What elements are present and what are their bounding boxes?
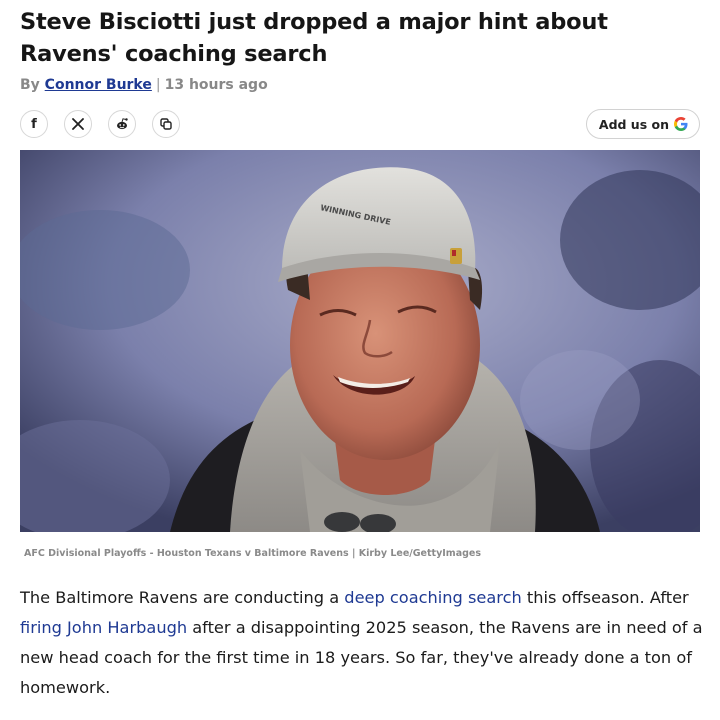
article-body-paragraph: The Baltimore Ravens are conducting a de… (20, 583, 704, 703)
x-icon (72, 118, 84, 130)
facebook-icon: f (31, 116, 37, 132)
body-text-segment: The Baltimore Ravens are conducting a (20, 588, 345, 607)
byline-separator: | (155, 77, 161, 93)
publish-time: 13 hours ago (164, 77, 268, 93)
reddit-icon (117, 118, 128, 130)
firing-john-harbaugh-link[interactable]: firing John Harbaugh (20, 618, 187, 637)
article-headline: Steve Bisciotti just dropped a major hin… (20, 9, 608, 67)
byline-prefix: By (20, 77, 40, 93)
body-text-segment: this offseason. After (521, 588, 689, 607)
steve-bisciotti-photo: WINNING DRIVE (20, 150, 700, 532)
google-icon (674, 117, 688, 131)
add-us-on-google-button[interactable]: Add us on (585, 109, 700, 139)
copy-link-button[interactable] (152, 110, 180, 138)
deep-coaching-search-link[interactable]: deep coaching search (344, 588, 521, 607)
article-hero-image: WINNING DRIVE (20, 150, 700, 532)
byline: By Connor Burke | 13 hours ago (20, 77, 268, 93)
add-us-label: Add us on (598, 116, 669, 132)
share-reddit-button[interactable] (108, 110, 136, 138)
author-link[interactable]: Connor Burke (45, 77, 152, 93)
image-caption: AFC Divisional Playoffs - Houston Texans… (24, 548, 482, 559)
share-x-button[interactable] (64, 110, 92, 138)
share-facebook-button[interactable]: f (20, 110, 48, 138)
copy-link-icon (160, 118, 172, 130)
